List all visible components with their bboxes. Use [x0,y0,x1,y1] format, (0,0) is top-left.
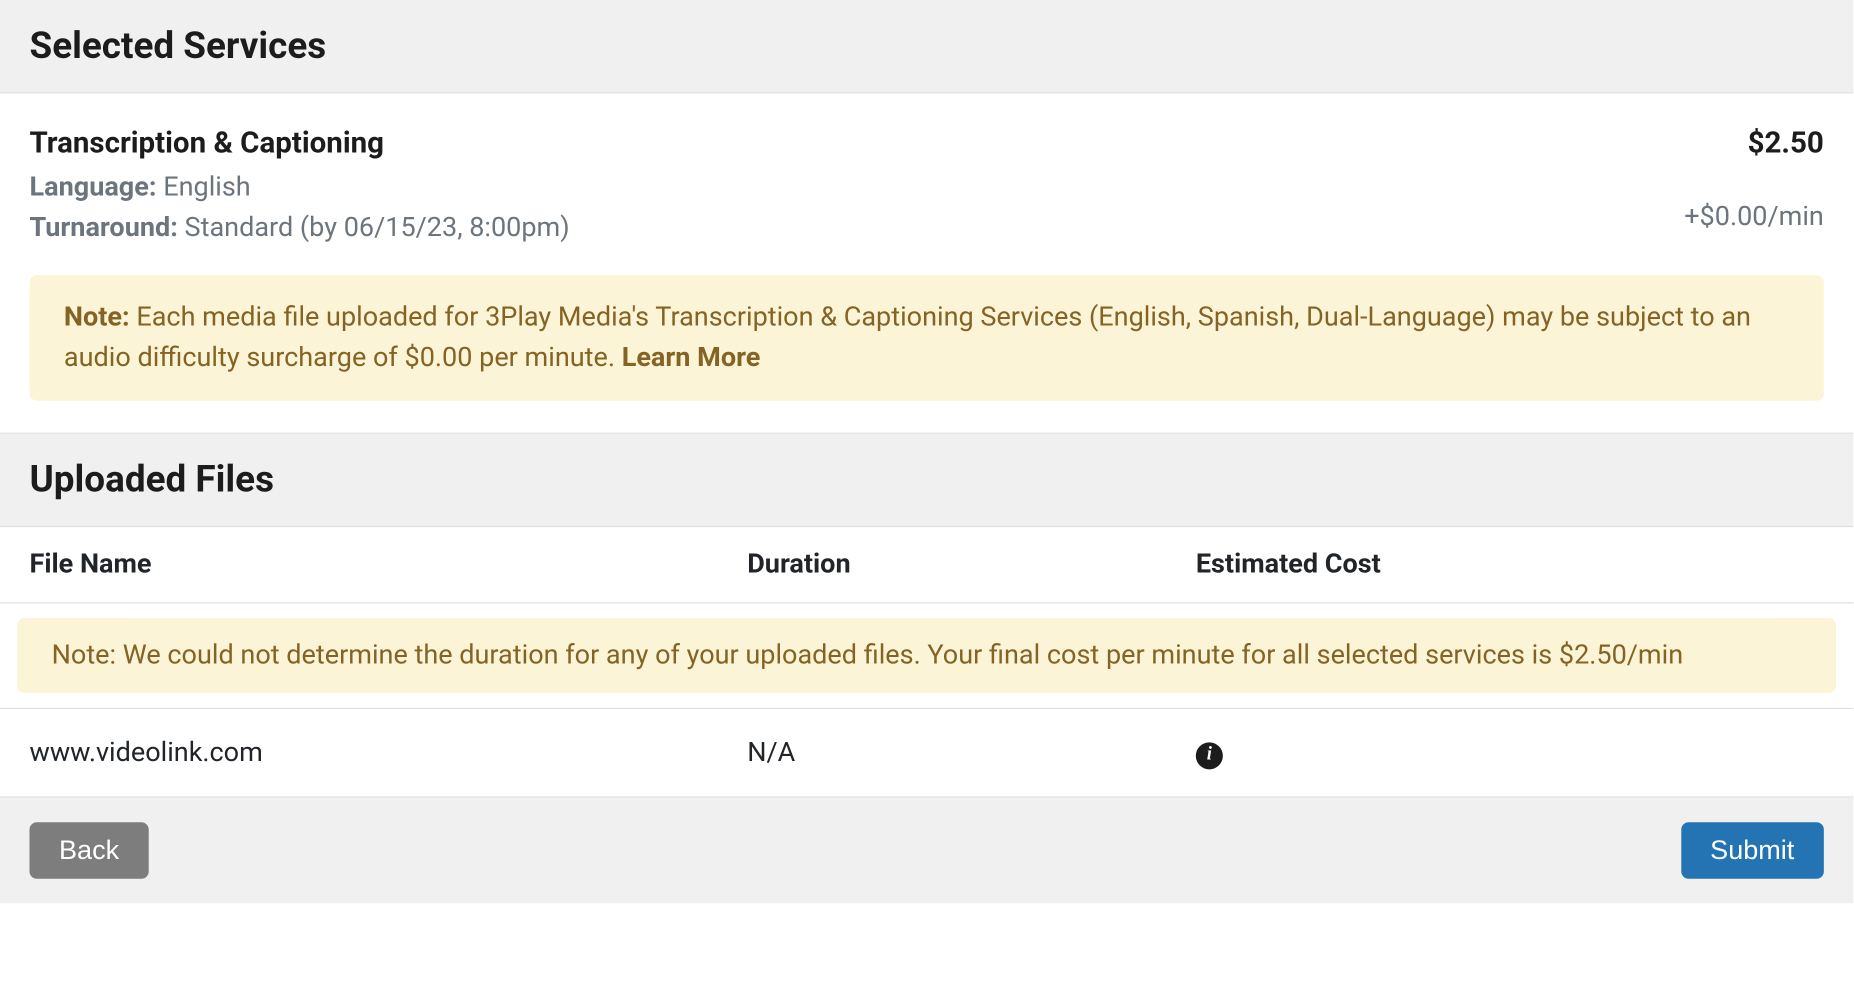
table-row: www.videolink.com N/A i [0,709,1853,797]
surcharge-note: Note: Each media file uploaded for 3Play… [29,275,1823,400]
service-name: Transcription & Captioning [29,125,1684,159]
service-language: Language: English [29,167,1684,208]
service-turnaround-value: Standard (by 06/15/23, 8:00pm) [185,213,570,244]
col-header-duration: Duration [747,549,1196,580]
uploaded-files-header: Uploaded Files [0,434,1853,527]
file-name-cell: www.videolink.com [29,737,747,768]
service-turnaround-label: Turnaround: [29,213,177,244]
uploaded-files-title: Uploaded Files [29,458,1823,501]
duration-note: Note: We could not determine the duratio… [17,618,1836,693]
info-icon[interactable]: i [1196,742,1223,769]
file-duration-cell: N/A [747,737,1196,768]
col-header-cost: Estimated Cost [1196,549,1824,580]
selected-services-header: Selected Services [0,0,1853,93]
learn-more-link[interactable]: Learn More [622,343,761,374]
footer-bar: Back Submit [0,797,1853,903]
surcharge-note-body: Each media file uploaded for 3Play Media… [64,302,1751,373]
col-header-filename: File Name [29,549,747,580]
file-cost-cell: i [1196,736,1824,769]
service-language-value: English [163,172,250,203]
files-table-header: File Name Duration Estimated Cost [0,527,1853,603]
back-button[interactable]: Back [29,822,148,879]
service-per-min: +$0.00/min [1684,202,1824,233]
service-language-label: Language: [29,172,156,203]
service-price: $2.50 [1684,125,1824,159]
duration-note-row: Note: We could not determine the duratio… [0,603,1853,709]
service-details-panel: Transcription & Captioning Language: Eng… [0,93,1853,432]
surcharge-note-prefix: Note: [64,302,130,333]
submit-button[interactable]: Submit [1681,822,1824,879]
service-turnaround: Turnaround: Standard (by 06/15/23, 8:00p… [29,208,1684,249]
selected-services-title: Selected Services [29,25,1823,68]
